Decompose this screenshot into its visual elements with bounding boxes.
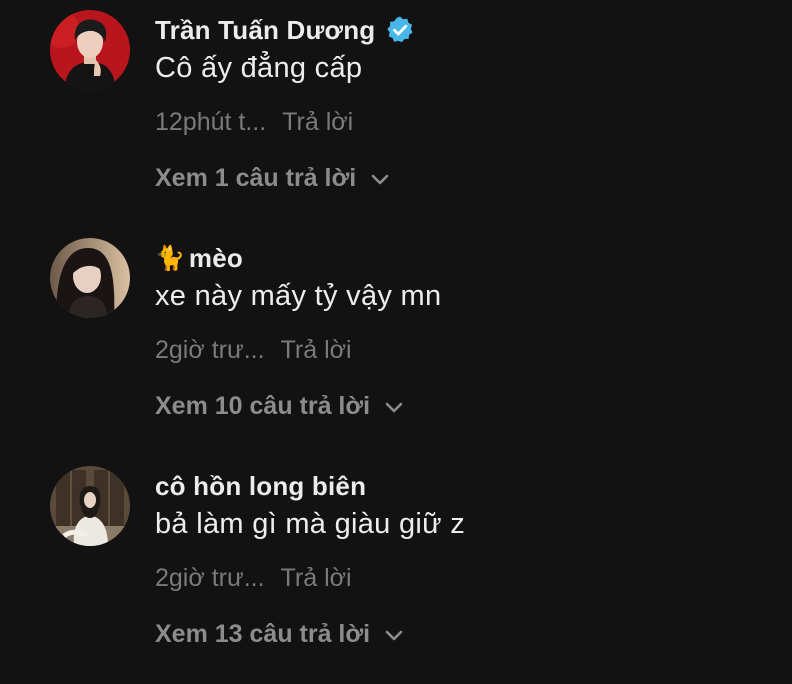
comment-meta: 2giờ trư... Trả lời (155, 336, 352, 365)
view-replies-button[interactable]: Xem 10 câu trả lời (155, 392, 404, 421)
comment-time: 2giờ trư... (155, 564, 265, 592)
comment-text: bả làm gì mà giàu giữ z (155, 508, 466, 540)
comment-text: Cô ấy đẳng cấp (155, 52, 363, 84)
view-replies-button[interactable]: Xem 13 câu trả lời (155, 620, 404, 649)
comment-item: cô hồn long biên bả làm gì mà giàu giữ z… (0, 456, 792, 684)
reply-button[interactable]: Trả lời (282, 108, 353, 137)
avatar[interactable] (50, 10, 130, 90)
comment-meta: 12phút t... Trả lời (155, 108, 353, 137)
avatar-man-red-background-icon (50, 10, 130, 90)
view-replies-label: Xem 13 câu trả lời (155, 620, 371, 648)
comment-header: 🐈 mèo (155, 240, 243, 276)
avatar[interactable] (50, 238, 130, 318)
username[interactable]: cô hồn long biên (155, 471, 366, 502)
comment-item: 🐈 mèo xe này mấy tỷ vậy mn 2giờ trư... T… (0, 228, 792, 456)
chevron-down-icon (384, 628, 404, 642)
chevron-down-icon (370, 172, 390, 186)
username[interactable]: mèo (189, 243, 243, 274)
avatar[interactable] (50, 466, 130, 546)
verified-badge-icon (385, 15, 415, 45)
view-replies-button[interactable]: Xem 1 câu trả lời (155, 164, 390, 193)
comment-item: Trần Tuấn Dương Cô ấy đẳng cấp 12phút t.… (0, 0, 792, 228)
avatar-girl-dark-hair-icon (50, 238, 130, 318)
view-replies-label: Xem 10 câu trả lời (155, 392, 371, 420)
reply-button[interactable]: Trả lời (281, 564, 352, 593)
comment-header: cô hồn long biên (155, 468, 366, 504)
reply-button[interactable]: Trả lời (281, 336, 352, 365)
view-replies-label: Xem 1 câu trả lời (155, 164, 357, 192)
comment-header: Trần Tuấn Dương (155, 12, 415, 48)
comment-time: 2giờ trư... (155, 336, 265, 364)
chevron-down-icon (384, 400, 404, 414)
cat-emoji-icon: 🐈 (155, 244, 185, 272)
avatar-girl-white-dress-icon (50, 466, 130, 546)
comment-meta: 2giờ trư... Trả lời (155, 564, 352, 593)
username[interactable]: Trần Tuấn Dương (155, 15, 375, 46)
comment-time: 12phút t... (155, 108, 267, 136)
comment-text: xe này mấy tỷ vậy mn (155, 280, 442, 312)
